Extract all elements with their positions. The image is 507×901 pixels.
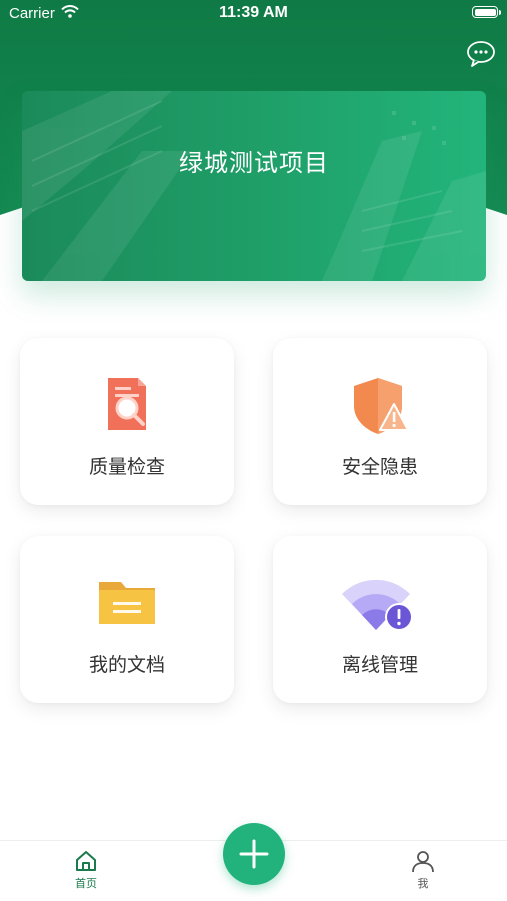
status-bar: Carrier 11:39 AM [0,0,507,30]
user-icon [383,849,463,873]
building-background-image [22,91,486,281]
quality-inspection-label: 质量检查 [88,456,165,478]
offline-wifi-icon [273,572,487,636]
battery-fill [474,8,496,16]
offline-management-label: 离线管理 [341,654,418,676]
offline-management-card[interactable]: 离线管理 [273,536,487,703]
safety-hazard-card[interactable]: 安全隐患 [273,338,487,505]
chat-bubble-icon [467,41,495,67]
tab-home[interactable]: 首页 [46,849,126,891]
battery-icon [472,6,501,18]
safety-hazard-icon [273,374,487,438]
my-documents-card[interactable]: 我的文档 [20,536,234,703]
project-name: 绿城测试项目 [179,149,329,177]
tab-home-label: 首页 [75,877,97,890]
tab-me-label: 我 [417,877,429,890]
project-banner[interactable]: 绿城测试项目 [22,91,486,281]
folder-icon [20,572,234,636]
plus-icon [239,839,269,869]
status-time: 11:39 AM [219,4,288,21]
message-button[interactable] [466,40,496,68]
my-documents-label: 我的文档 [88,654,165,676]
quality-inspection-icon [20,374,234,438]
tab-me[interactable]: 我 [383,849,463,891]
quality-inspection-card[interactable]: 质量检查 [20,338,234,505]
safety-hazard-label: 安全隐患 [341,456,418,478]
home-icon [46,849,126,873]
add-button[interactable] [223,823,285,885]
